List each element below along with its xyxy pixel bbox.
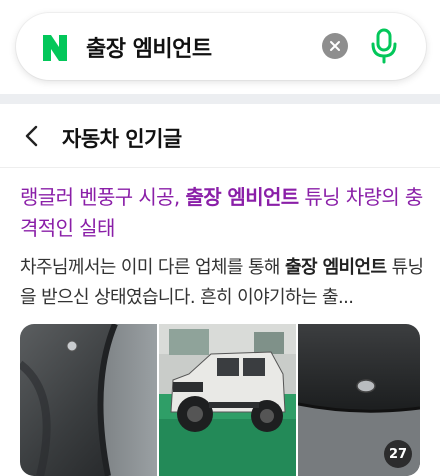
search-input[interactable]: 출장 엠비언트 [86, 31, 212, 63]
section-divider [0, 94, 440, 104]
article-snippet: 차주님께서는 이미 다른 업체를 통해 출장 엠비언트 튜닝을 받으신 상태였습… [20, 253, 425, 313]
section-header: 자동차 인기글 [0, 104, 440, 168]
clear-icon[interactable] [322, 33, 348, 59]
thumbnail-2[interactable] [159, 324, 296, 476]
search-bar[interactable]: 출장 엠비언트 [16, 13, 426, 80]
thumbnail-1[interactable] [20, 324, 157, 476]
article-title-part1: 랭글러 벤풍구 시공, [20, 185, 186, 209]
image-count-badge: 27 [384, 440, 412, 468]
article-title-keyword: 출장 엠비언트 [185, 185, 299, 209]
article-title-link[interactable]: 랭글러 벤풍구 시공, 출장 엠비언트 튜닝 차량의 충격적인 실태 [20, 182, 425, 244]
microphone-icon[interactable] [369, 28, 399, 64]
article-thumbnails: 27 [20, 324, 420, 476]
snippet-part1: 차주님께서는 이미 다른 업체를 통해 [20, 257, 286, 278]
naver-logo-icon[interactable] [40, 33, 70, 63]
section-title: 자동차 인기글 [62, 127, 182, 151]
back-chevron-icon[interactable] [22, 124, 42, 148]
snippet-keyword: 출장 엠비언트 [285, 257, 387, 278]
thumbnail-3[interactable]: 27 [298, 324, 420, 476]
